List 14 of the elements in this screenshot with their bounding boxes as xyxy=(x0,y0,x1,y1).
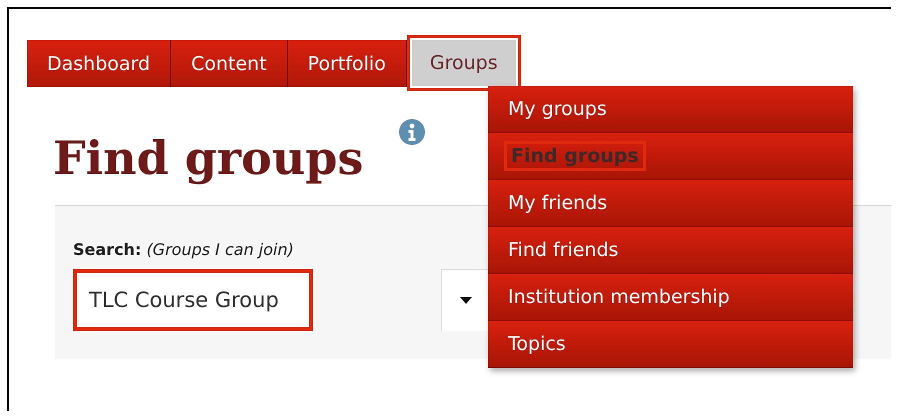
page-heading: Find groups xyxy=(53,130,364,185)
menu-item[interactable]: Topics xyxy=(488,333,566,355)
caret-icon xyxy=(460,297,472,304)
menu-item[interactable]: Find friends xyxy=(488,239,618,261)
search-field[interactable]: TLC Course Group xyxy=(73,269,313,331)
menu-item[interactable]: My groups xyxy=(488,98,607,120)
info-icon[interactable] xyxy=(399,119,426,145)
search-label: Search: (Groups I can join) xyxy=(73,240,294,259)
menu-item[interactable]: My friends xyxy=(488,192,608,214)
nav-tab[interactable]: Portfolio xyxy=(288,40,407,87)
nav-tab[interactable]: Content xyxy=(171,40,288,87)
dropdown-toggle[interactable] xyxy=(441,269,489,331)
nav-tab[interactable]: Groups xyxy=(412,40,516,86)
nav-tab[interactable]: Dashboard xyxy=(27,40,172,87)
